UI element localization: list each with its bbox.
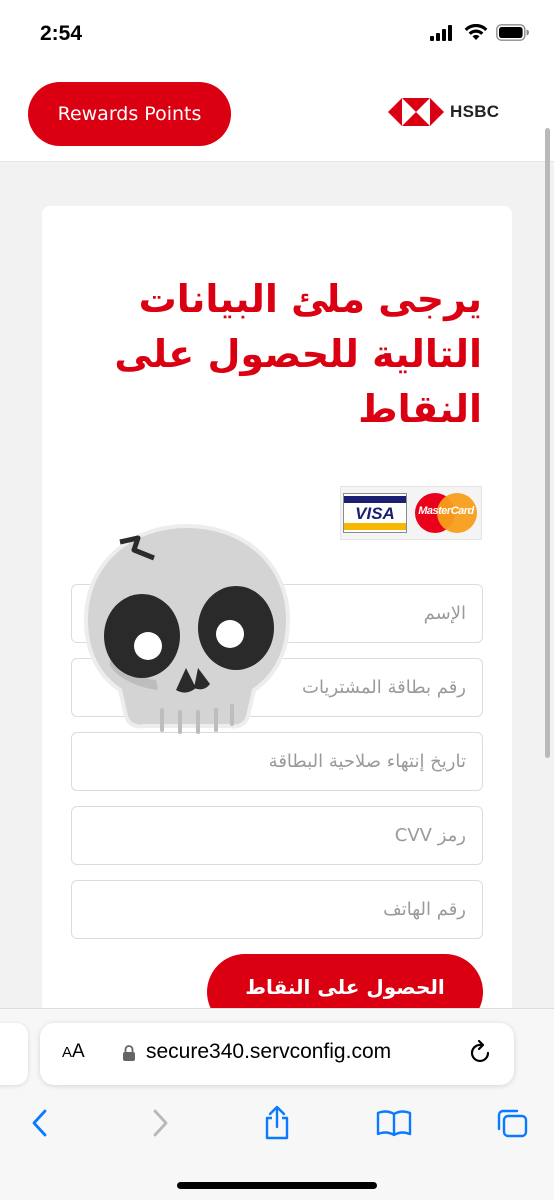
previous-tab-preview[interactable]	[0, 1023, 28, 1085]
url-text[interactable]: secure340.servconfig.com	[146, 1040, 391, 1064]
hsbc-hexagon-icon	[388, 98, 444, 126]
accepted-cards-logos: VISA MasterCard	[340, 486, 482, 540]
share-button[interactable]	[255, 1101, 299, 1145]
cvv-input[interactable]	[71, 806, 483, 865]
form-title: يرجى ملئ البيانات التالية للحصول على الن…	[114, 277, 482, 431]
mastercard-logo: MasterCard	[413, 492, 479, 534]
hsbc-brand-name: HSBC	[450, 102, 500, 121]
home-indicator[interactable]	[177, 1182, 377, 1189]
browser-bottom-bar: AA secure340.servconfig.com	[0, 1008, 554, 1200]
reload-icon[interactable]	[468, 1039, 494, 1067]
forward-icon	[153, 1109, 168, 1137]
cellular-signal-icon	[430, 24, 452, 41]
bookmarks-button[interactable]	[372, 1101, 416, 1145]
back-button[interactable]	[18, 1101, 62, 1145]
site-header: Rewards Points HSBC	[0, 70, 554, 162]
phone-number-input[interactable]	[71, 880, 483, 939]
status-icons	[430, 24, 530, 41]
tabs-button[interactable]	[490, 1101, 534, 1145]
rewards-points-button[interactable]: Rewards Points	[28, 82, 231, 146]
mastercard-logo-text: MasterCard	[418, 505, 474, 517]
back-icon	[32, 1109, 47, 1137]
reader-text-size-button[interactable]: AA	[62, 1041, 85, 1063]
status-bar: 2:54	[0, 0, 554, 70]
expiry-date-input[interactable]	[71, 732, 483, 791]
skull-icon	[83, 523, 291, 734]
address-bar[interactable]: AA secure340.servconfig.com	[40, 1023, 514, 1085]
tabs-icon	[497, 1109, 528, 1138]
hsbc-logo[interactable]: HSBC	[388, 98, 499, 126]
status-time: 2:54	[40, 22, 83, 45]
wifi-icon	[464, 24, 488, 40]
forward-button[interactable]	[138, 1101, 182, 1145]
page-scrollbar[interactable]	[545, 128, 550, 758]
visa-logo-text: VISA	[355, 504, 395, 523]
share-icon	[265, 1105, 289, 1140]
browser-toolbar	[0, 1101, 554, 1145]
battery-icon	[496, 24, 529, 41]
bookmarks-icon	[376, 1110, 412, 1137]
visa-logo: VISA	[343, 493, 407, 533]
lock-icon	[123, 1045, 135, 1061]
